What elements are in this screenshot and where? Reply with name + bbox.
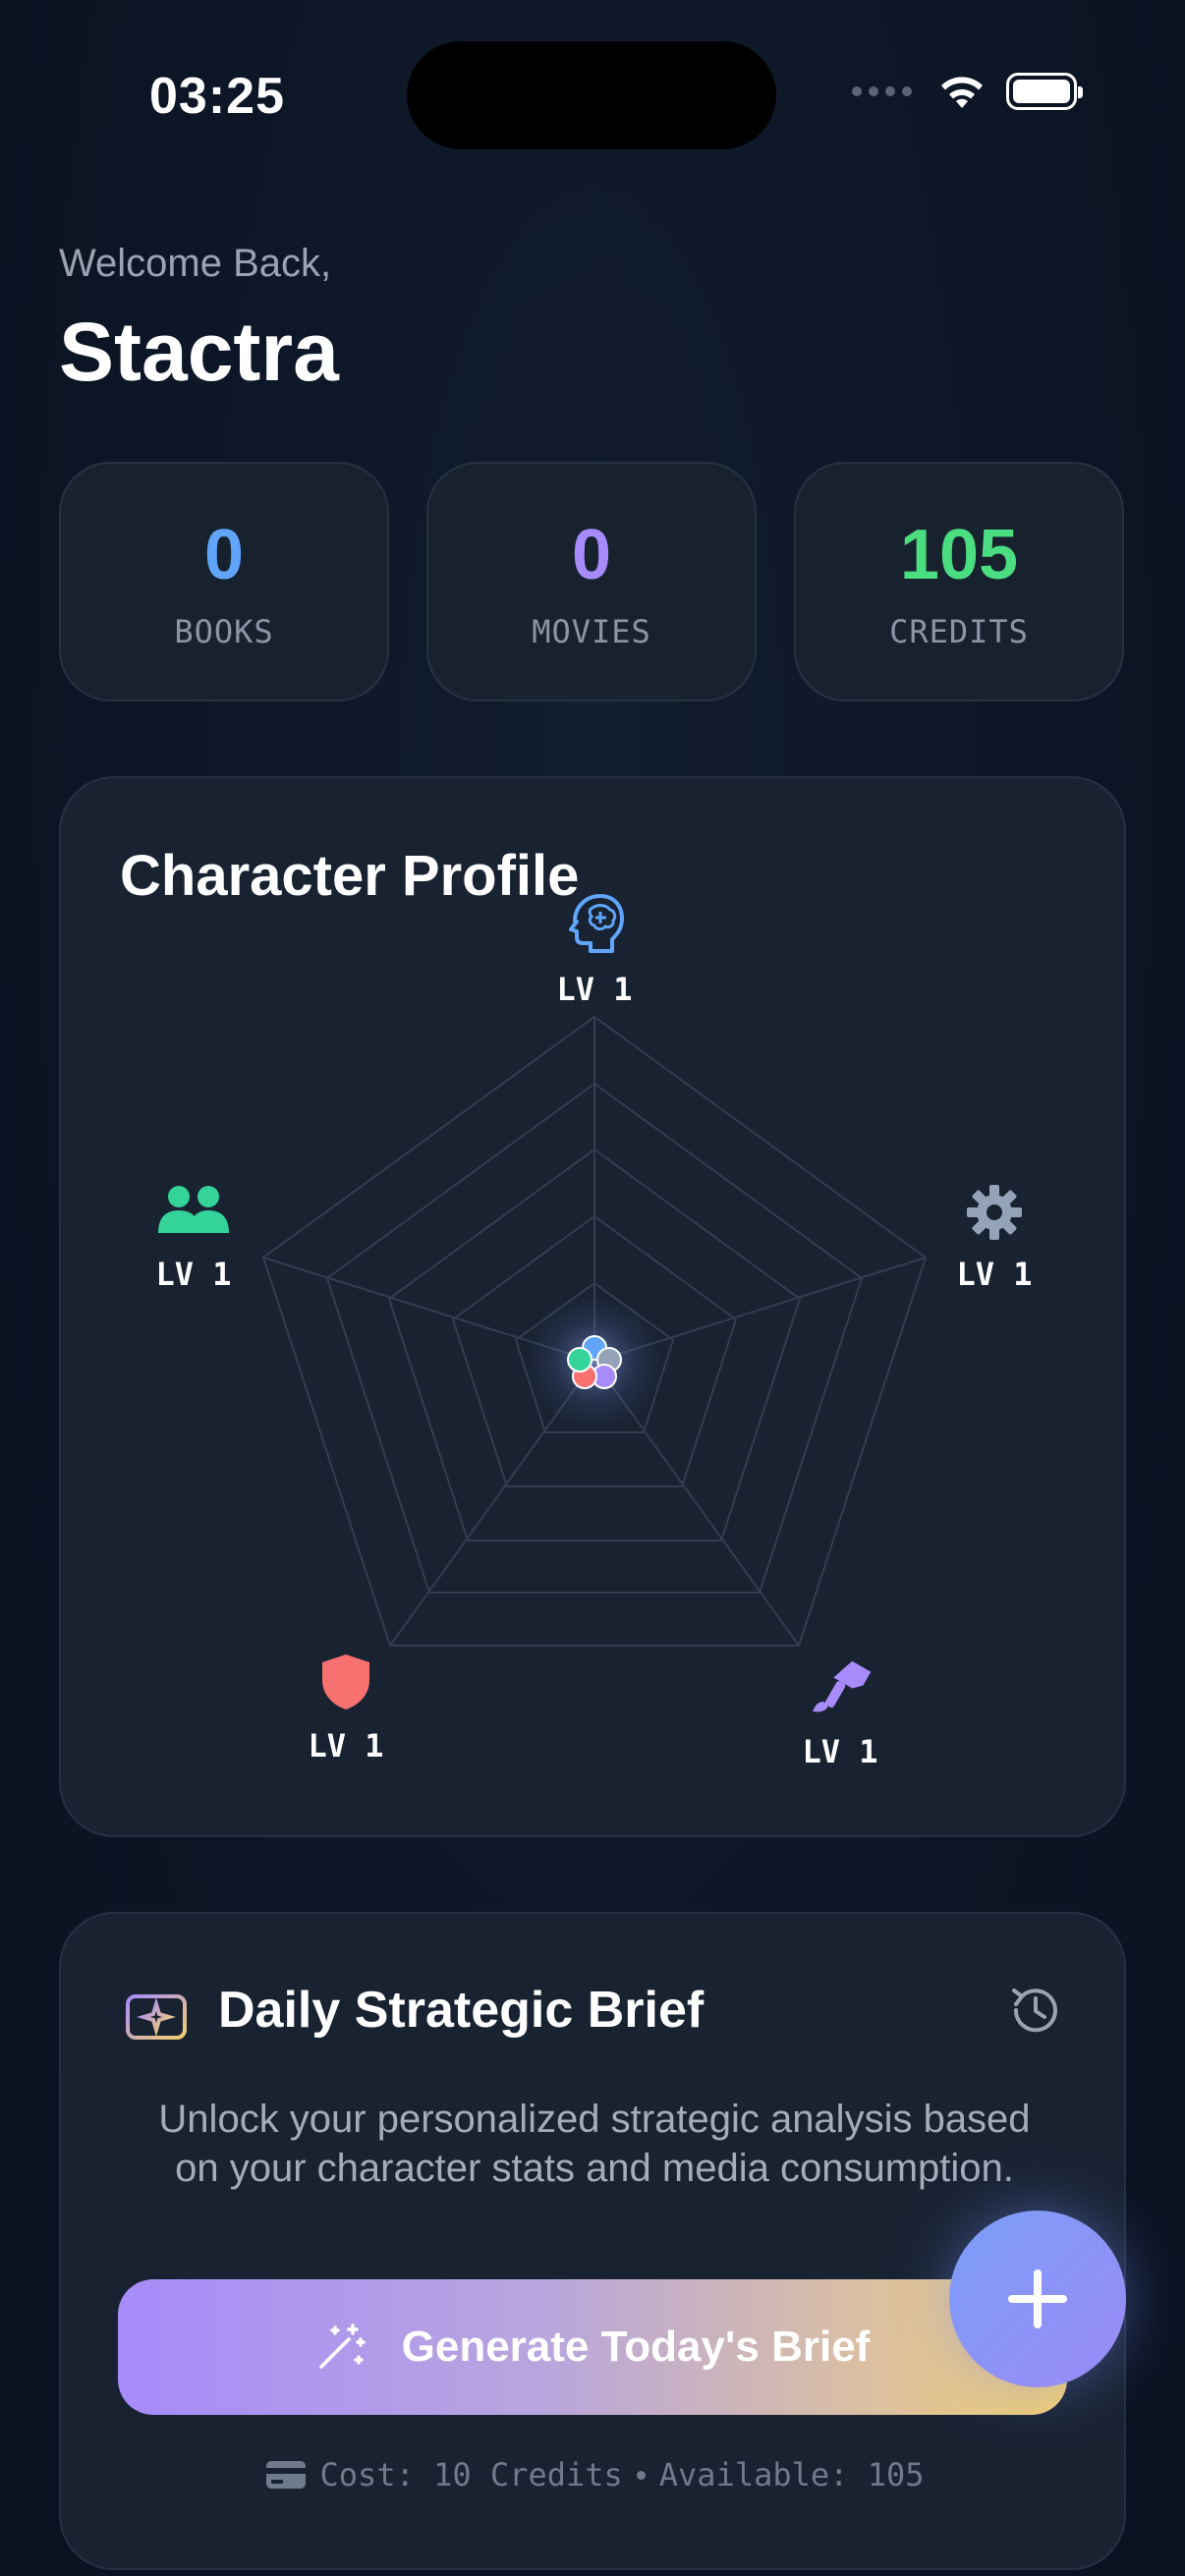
status-time: 03:25 [149, 68, 285, 125]
cost-text: Cost: 10 Credits [319, 2456, 623, 2493]
stat-card-credits[interactable]: 105 CREDITS [794, 462, 1124, 701]
username-title: Stactra [59, 306, 339, 398]
home-screen: 03:25 Welcome Back, Stactra 0 BOOKS 0 MO… [0, 0, 1185, 2576]
dynamic-island [407, 41, 776, 149]
welcome-text: Welcome Back, [59, 242, 332, 285]
credit-card-icon [265, 2461, 306, 2489]
cellular-signal-icon [852, 86, 912, 96]
wifi-icon [941, 77, 983, 108]
character-profile-title: Character Profile [120, 844, 580, 908]
separator-dot [636, 2470, 646, 2480]
history-icon[interactable] [1006, 1981, 1065, 2040]
sparkle-stack-icon [126, 1979, 187, 2040]
available-text: Available: 105 [658, 2456, 925, 2493]
users-icon[interactable] [156, 1184, 231, 1237]
add-fab-button[interactable] [949, 2211, 1126, 2387]
shield-icon[interactable] [320, 1652, 371, 1711]
core-glow [526, 1293, 663, 1430]
movies-label: MOVIES [532, 613, 651, 650]
gear-icon[interactable] [965, 1183, 1024, 1242]
daily-brief-title: Daily Strategic Brief [218, 1982, 705, 2039]
generate-brief-button[interactable]: Generate Today's Brief [118, 2279, 1067, 2415]
credits-count: 105 [899, 516, 1019, 594]
plus-icon [1008, 2269, 1067, 2328]
stat-card-books[interactable]: 0 BOOKS [59, 462, 389, 701]
intellect-level: LV 1 [556, 971, 633, 1008]
daily-brief-card: Daily Strategic Brief Unlock your person… [59, 1912, 1126, 2570]
battery-icon [1006, 73, 1083, 110]
credits-label: CREDITS [889, 613, 1029, 650]
cost-info: Cost: 10 Credits Available: 105 [61, 2456, 1128, 2493]
social-level: LV 1 [155, 1256, 232, 1293]
magic-wand-icon [318, 2324, 366, 2369]
daily-brief-description: Unlock your personalized strategic analy… [158, 2098, 1031, 2190]
status-icons [852, 73, 1083, 110]
books-label: BOOKS [174, 613, 274, 650]
movies-count: 0 [571, 516, 612, 594]
engineering-level: LV 1 [956, 1256, 1033, 1293]
character-profile-card: Character Profile LV 1 LV 1 LV 1 LV 1 LV… [59, 776, 1126, 1837]
stat-card-movies[interactable]: 0 MOVIES [426, 462, 757, 701]
books-count: 0 [203, 516, 245, 594]
brain-head-icon[interactable] [565, 892, 624, 955]
creativity-level: LV 1 [802, 1733, 878, 1770]
paintbrush-icon[interactable] [809, 1654, 872, 1717]
defense-level: LV 1 [308, 1727, 384, 1764]
generate-brief-label: Generate Today's Brief [401, 2323, 871, 2371]
